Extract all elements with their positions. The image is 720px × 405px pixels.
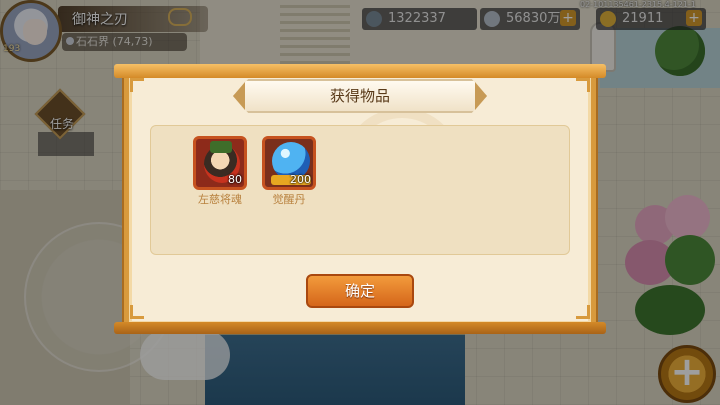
dialog-bottom-bar — [114, 322, 606, 334]
confirm-button[interactable]: 确定 — [306, 274, 414, 308]
item-quantity: 80 — [228, 173, 242, 186]
general-soul-hat — [210, 141, 232, 153]
dialog-top-bar — [114, 64, 606, 78]
general-soul-icon[interactable]: 80 — [193, 136, 247, 190]
dialog-corner — [576, 78, 590, 92]
dialog-corner — [130, 78, 144, 92]
item-name: 左慈将魂 — [198, 193, 242, 206]
dialog-corner — [576, 305, 590, 319]
item-name: 觉醒丹 — [272, 193, 306, 206]
item-quantity: 200 — [290, 173, 311, 186]
reward-item[interactable]: 200 觉醒丹 — [262, 136, 316, 207]
dialog-corner — [130, 305, 144, 319]
dialog-title: 获得物品 — [329, 87, 390, 105]
reward-item[interactable]: 80 左慈将魂 — [193, 136, 247, 207]
awakening-pill-icon[interactable]: 200 — [262, 136, 316, 190]
